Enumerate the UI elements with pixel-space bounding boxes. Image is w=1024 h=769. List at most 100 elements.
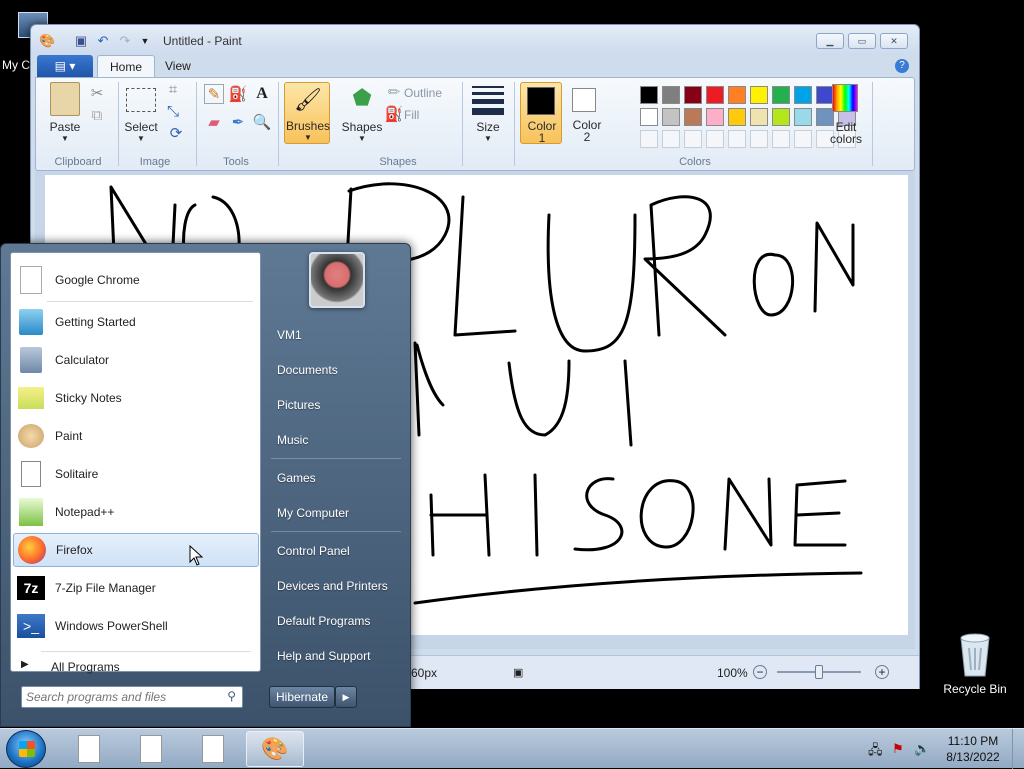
save-icon[interactable]: ▣ [73, 33, 89, 49]
start-link-help-and-support[interactable]: Help and Support [267, 641, 403, 671]
color-swatch[interactable] [750, 108, 768, 126]
show-desktop-button[interactable] [1012, 729, 1024, 769]
program-item-paint[interactable]: Paint [13, 419, 259, 453]
search-box[interactable]: ⚲ [21, 686, 243, 708]
dropdown-arrow-icon[interactable]: ▼ [44, 134, 86, 143]
magnifier-icon[interactable]: 🔍 [252, 112, 272, 132]
taskbar-item-paint[interactable]: 🎨 [246, 731, 304, 767]
select-button[interactable]: Select [120, 120, 162, 134]
action-center-icon[interactable]: ⚑ [892, 741, 904, 757]
color-swatch[interactable] [794, 108, 812, 126]
program-item-notepad-[interactable]: Notepad++ [13, 495, 259, 529]
start-button[interactable] [6, 730, 46, 768]
desktop-icon-recycle-bin[interactable]: Recycle Bin [940, 628, 1010, 698]
program-item-windows-powershell[interactable]: >_ Windows PowerShell [13, 609, 259, 643]
color-swatch[interactable] [728, 86, 746, 104]
program-item-getting-started[interactable]: Getting Started [13, 305, 259, 339]
color-swatch[interactable] [684, 108, 702, 126]
edit-colors-button-line2[interactable]: colors [826, 132, 866, 146]
zoom-slider-thumb[interactable] [815, 665, 823, 679]
outline-button[interactable]: Outline [404, 86, 442, 100]
help-icon[interactable]: ? [895, 59, 909, 73]
outline-icon[interactable]: ✏ [386, 84, 402, 101]
start-link-pictures[interactable]: Pictures [267, 390, 403, 420]
resize-icon[interactable]: ⤡ [164, 102, 182, 120]
start-link-games[interactable]: Games [267, 463, 403, 493]
color-picker-icon[interactable]: ✒ [228, 112, 248, 132]
color-swatch[interactable] [794, 86, 812, 104]
color-swatch[interactable] [684, 86, 702, 104]
start-link-default-programs[interactable]: Default Programs [267, 606, 403, 636]
paint-app-icon[interactable]: 🎨 [39, 33, 55, 49]
color-swatch-empty[interactable] [684, 130, 702, 148]
color-swatch[interactable] [772, 86, 790, 104]
taskbar-item-document-3[interactable] [184, 731, 242, 767]
color-swatch-empty[interactable] [706, 130, 724, 148]
program-item-7-zip-file-manager[interactable]: 7z 7-Zip File Manager [13, 571, 259, 605]
color2-button[interactable]: Color 2 [566, 82, 608, 144]
taskbar-item-document-2[interactable] [122, 731, 180, 767]
pencil-icon[interactable]: ✎ [204, 84, 224, 104]
color-swatch[interactable] [640, 86, 658, 104]
color-swatch[interactable] [706, 108, 724, 126]
color-swatch[interactable] [662, 108, 680, 126]
color-swatch-empty[interactable] [794, 130, 812, 148]
eraser-icon[interactable]: ▰ [204, 112, 224, 132]
rotate-icon[interactable]: ⟳ [164, 124, 188, 142]
program-item-google-chrome[interactable]: Google Chrome [13, 263, 259, 297]
clock[interactable]: 11:10 PM 8/13/2022 [936, 733, 1010, 765]
fill-button[interactable]: Fill [404, 108, 419, 122]
dropdown-arrow-icon[interactable]: ▼ [120, 134, 162, 143]
start-link-documents[interactable]: Documents [267, 355, 403, 385]
program-item-sticky-notes[interactable]: Sticky Notes [13, 381, 259, 415]
shapes-icon[interactable]: ⬟ [346, 82, 378, 114]
hibernate-button[interactable]: Hibernate [269, 686, 335, 708]
zoom-in-icon[interactable]: + [875, 665, 889, 679]
all-programs-button[interactable]: ▶ All Programs [15, 655, 255, 679]
program-item-firefox[interactable]: Firefox [13, 533, 259, 567]
copy-icon[interactable]: ⧉ [88, 106, 106, 124]
size-button[interactable]: Size [468, 120, 508, 134]
start-link-music[interactable]: Music [267, 425, 403, 455]
start-link-vm1[interactable]: VM1 [267, 320, 403, 350]
color-swatch[interactable] [750, 86, 768, 104]
program-item-calculator[interactable]: Calculator [13, 343, 259, 377]
user-avatar[interactable] [309, 252, 365, 308]
color-swatch-empty[interactable] [750, 130, 768, 148]
size-icon[interactable] [472, 86, 504, 115]
paste-icon[interactable] [50, 82, 80, 116]
close-button[interactable]: ✕ [880, 33, 908, 49]
text-icon[interactable]: A [252, 84, 272, 104]
crop-icon[interactable]: ⌗ [164, 80, 182, 98]
fill-bucket-icon[interactable]: ⛽ [228, 84, 248, 104]
taskbar-item-document-1[interactable] [60, 731, 118, 767]
maximize-button[interactable]: ▭ [848, 33, 876, 49]
brushes-button[interactable]: 🖌 Brushes ▼ [284, 82, 330, 144]
tab-view[interactable]: View [153, 55, 203, 77]
start-link-devices-and-printers[interactable]: Devices and Printers [267, 571, 403, 601]
search-input[interactable] [26, 689, 216, 705]
color-swatch-empty[interactable] [728, 130, 746, 148]
cut-icon[interactable]: ✂ [88, 84, 106, 102]
program-item-solitaire[interactable]: Solitaire [13, 457, 259, 491]
file-menu-button[interactable]: ▤ ▾ [37, 55, 93, 77]
edit-colors-icon[interactable] [832, 84, 858, 112]
volume-icon[interactable]: 🔈 [914, 741, 930, 757]
redo-icon[interactable]: ↷ [117, 33, 133, 49]
color-swatch-empty[interactable] [640, 130, 658, 148]
paste-button[interactable]: Paste [44, 120, 86, 134]
color-swatch[interactable] [706, 86, 724, 104]
zoom-slider[interactable] [777, 665, 861, 679]
color1-button[interactable]: Color 1 [520, 82, 562, 145]
start-link-my-computer[interactable]: My Computer [267, 498, 403, 528]
undo-icon[interactable]: ↶ [95, 33, 111, 49]
color-swatch[interactable] [662, 86, 680, 104]
title-bar[interactable]: 🎨 ▣ ↶ ↷ ▼ Untitled - Paint ▁ ▭ ✕ [31, 25, 919, 55]
shapes-button[interactable]: Shapes [338, 120, 386, 134]
color-swatch-empty[interactable] [662, 130, 680, 148]
network-icon[interactable]: 🖧 [868, 741, 883, 763]
zoom-out-icon[interactable]: − [753, 665, 767, 679]
color-swatch[interactable] [640, 108, 658, 126]
dropdown-arrow-icon[interactable]: ▼ [468, 134, 508, 143]
start-link-control-panel[interactable]: Control Panel [267, 536, 403, 566]
